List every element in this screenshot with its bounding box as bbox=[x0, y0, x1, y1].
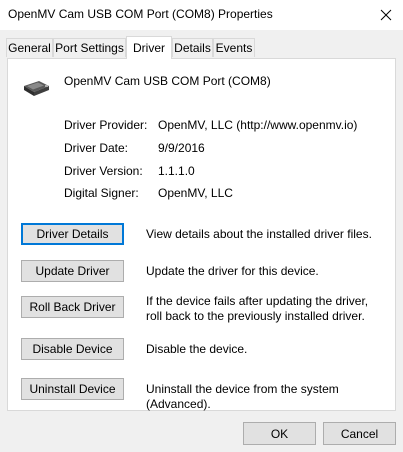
driver-version-label: Driver Version: bbox=[64, 164, 143, 178]
uninstall-device-button[interactable]: Uninstall Device bbox=[21, 378, 124, 400]
title-bar[interactable]: OpenMV Cam USB COM Port (COM8) Propertie… bbox=[0, 0, 403, 30]
device-name: OpenMV Cam USB COM Port (COM8) bbox=[64, 74, 271, 88]
tab-driver-label: Driver bbox=[133, 41, 165, 55]
driver-provider-label: Driver Provider: bbox=[64, 118, 148, 132]
driver-date-label: Driver Date: bbox=[64, 141, 129, 155]
close-icon[interactable] bbox=[375, 4, 397, 26]
update-driver-button[interactable]: Update Driver bbox=[21, 260, 124, 282]
properties-dialog: OpenMV Cam USB COM Port (COM8) Propertie… bbox=[0, 0, 403, 452]
update-driver-description: Update the driver for this device. bbox=[146, 264, 319, 278]
disable-device-description: Disable the device. bbox=[146, 342, 248, 356]
tab-port-settings[interactable]: Port Settings bbox=[53, 38, 126, 57]
roll-back-driver-button[interactable]: Roll Back Driver bbox=[21, 296, 124, 318]
tab-events-label: Events bbox=[215, 41, 253, 55]
driver-details-button[interactable]: Driver Details bbox=[21, 223, 124, 245]
ok-button[interactable]: OK bbox=[243, 422, 316, 445]
tab-details-label: Details bbox=[174, 41, 211, 55]
tab-events[interactable]: Events bbox=[213, 38, 255, 57]
tab-driver[interactable]: Driver bbox=[126, 36, 172, 59]
cancel-button[interactable]: Cancel bbox=[323, 422, 396, 445]
tab-general[interactable]: General bbox=[6, 38, 53, 57]
uninstall-device-description: Uninstall the device from the system (Ad… bbox=[146, 382, 339, 411]
tab-general-label: General bbox=[8, 41, 51, 55]
window-title: OpenMV Cam USB COM Port (COM8) Propertie… bbox=[8, 7, 273, 21]
tab-details[interactable]: Details bbox=[172, 38, 213, 57]
digital-signer-value: OpenMV, LLC bbox=[158, 186, 233, 200]
driver-date-value: 9/9/2016 bbox=[158, 141, 205, 155]
roll-back-driver-description: If the device fails after updating the d… bbox=[146, 294, 369, 323]
tab-port-settings-label: Port Settings bbox=[55, 41, 124, 55]
digital-signer-label: Digital Signer: bbox=[64, 186, 139, 200]
driver-tab-panel: OpenMV Cam USB COM Port (COM8) Driver Pr… bbox=[7, 58, 396, 411]
usb-device-icon bbox=[24, 81, 49, 96]
driver-version-value: 1.1.1.0 bbox=[158, 164, 195, 178]
driver-provider-value: OpenMV, LLC (http://www.openmv.io) bbox=[158, 118, 358, 132]
driver-details-description: View details about the installed driver … bbox=[146, 227, 372, 241]
disable-device-button[interactable]: Disable Device bbox=[21, 338, 124, 360]
